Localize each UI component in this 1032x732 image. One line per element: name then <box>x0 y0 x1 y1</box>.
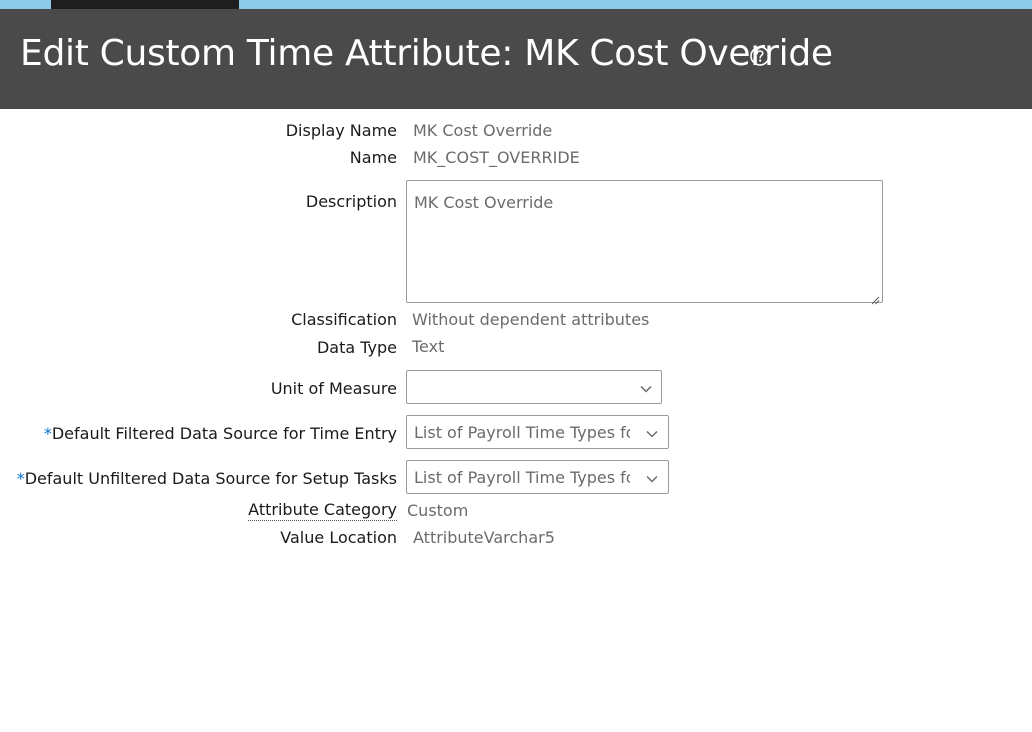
page-header: Edit Custom Time Attribute: MK Cost Over… <box>0 9 1032 109</box>
default-filtered-label-text: Default Filtered Data Source for Time En… <box>51 424 397 443</box>
description-label: Description <box>305 192 397 211</box>
required-asterisk: * <box>16 469 25 488</box>
classification-label: Classification <box>291 310 397 329</box>
attribute-category-label[interactable]: Attribute Category <box>248 500 397 521</box>
attribute-category-label-text: Attribute Category <box>248 500 397 521</box>
default-unfiltered-label: *Default Unfiltered Data Source for Setu… <box>17 469 397 488</box>
default-filtered-select[interactable]: List of Payroll Time Types fo <box>406 415 669 449</box>
help-circle-icon[interactable] <box>749 45 771 67</box>
page-title: Edit Custom Time Attribute: MK Cost Over… <box>20 33 833 74</box>
display-name-label: Display Name <box>285 121 397 140</box>
description-textarea[interactable]: MK Cost Override <box>406 180 883 305</box>
default-unfiltered-value: List of Payroll Time Types fo <box>414 468 630 487</box>
default-unfiltered-select[interactable]: List of Payroll Time Types fo <box>406 460 669 494</box>
description-text: MK Cost Override <box>414 193 554 212</box>
chevron-down-icon[interactable] <box>639 381 653 395</box>
chevron-down-icon[interactable] <box>645 471 659 485</box>
data-type-label: Data Type <box>316 338 397 357</box>
active-tab-indicator <box>51 0 239 9</box>
data-type-value: Text <box>412 337 445 356</box>
required-asterisk: * <box>43 424 52 443</box>
default-filtered-value: List of Payroll Time Types fo <box>414 423 630 442</box>
resize-grip-icon[interactable] <box>870 290 880 305</box>
unit-of-measure-select[interactable] <box>406 370 662 404</box>
display-name-value: MK Cost Override <box>413 121 553 140</box>
chevron-down-icon[interactable] <box>645 426 659 440</box>
value-location-label: Value Location <box>280 528 397 547</box>
unit-of-measure-label: Unit of Measure <box>270 379 397 398</box>
value-location-value: AttributeVarchar5 <box>413 528 555 547</box>
default-filtered-label: *Default Filtered Data Source for Time E… <box>44 424 397 443</box>
attribute-category-value: Custom <box>407 501 469 520</box>
name-label: Name <box>349 148 397 167</box>
name-value: MK_COST_OVERRIDE <box>413 148 580 167</box>
top-strip <box>0 0 1032 9</box>
classification-value: Without dependent attributes <box>412 310 650 329</box>
default-unfiltered-label-text: Default Unfiltered Data Source for Setup… <box>24 469 397 488</box>
